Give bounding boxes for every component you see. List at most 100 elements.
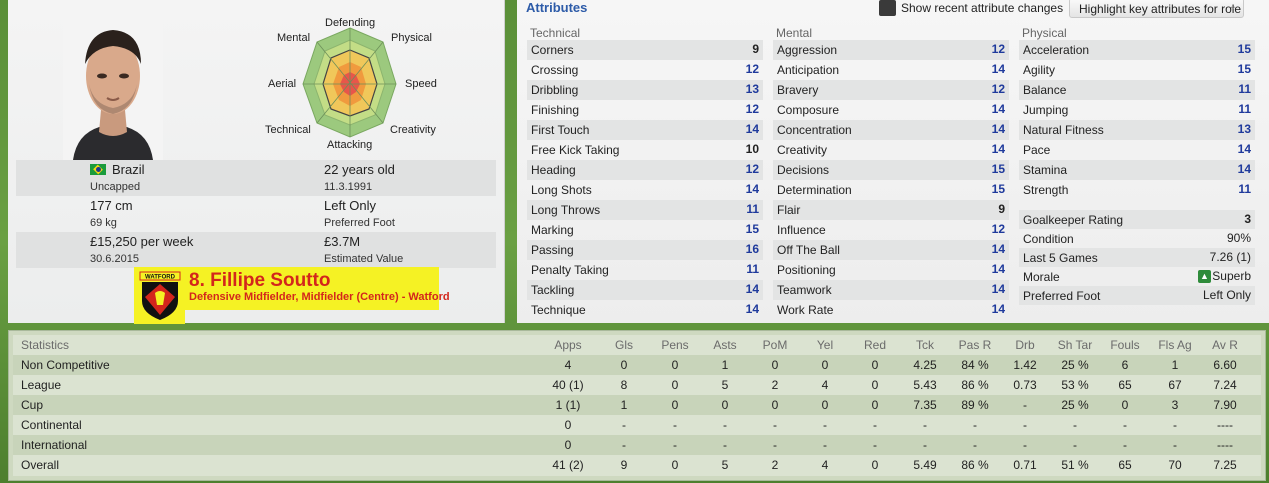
player-portrait <box>63 14 163 160</box>
attribute-row[interactable]: Corners 9 <box>527 40 763 60</box>
physical-summary-row: Condition 90% <box>1019 229 1255 248</box>
radar-label-speed: Speed <box>405 78 437 90</box>
attributes-panel: Attributes Show recent attribute changes… <box>517 0 1269 323</box>
column-header[interactable]: Red <box>864 338 886 352</box>
attribute-row[interactable]: Positioning 14 <box>773 260 1009 280</box>
attribute-row[interactable]: Dribbling 13 <box>527 80 763 100</box>
statistics-cell: 5.49 <box>913 458 937 472</box>
attribute-value: 9 <box>998 202 1005 216</box>
column-header[interactable]: Drb <box>1015 338 1034 352</box>
statistics-panel: Statistics Apps Gls Pens Asts PoM Yel Red Tck Pas… <box>8 330 1266 481</box>
attribute-row[interactable]: Free Kick Taking 10 <box>527 140 763 160</box>
highlight-role-dropdown[interactable]: Highlight key attributes for role ⌄ <box>1069 0 1244 18</box>
attribute-row[interactable]: First Touch 14 <box>527 120 763 140</box>
column-header[interactable]: Sh Tar <box>1058 338 1092 352</box>
column-header[interactable]: Tck <box>916 338 934 352</box>
attributes-title: Attributes <box>526 0 588 15</box>
column-header[interactable]: Av R <box>1212 338 1238 352</box>
attribute-row[interactable]: Finishing 12 <box>527 100 763 120</box>
attribute-value: 14 <box>991 262 1005 276</box>
attribute-row[interactable]: Pace 14 <box>1019 140 1255 160</box>
summary-label: Goalkeeper Rating <box>1023 213 1124 227</box>
statistics-cell: 2 <box>771 458 779 472</box>
statistics-cell: 67 <box>1168 378 1182 392</box>
attribute-name: Jumping <box>1023 103 1069 117</box>
statistics-cell: - <box>1023 438 1027 452</box>
column-header[interactable]: PoM <box>763 338 788 352</box>
attribute-row[interactable]: Teamwork 14 <box>773 280 1009 300</box>
height: 177 cm <box>90 198 133 213</box>
attribute-row[interactable]: Agility 15 <box>1019 60 1255 80</box>
attribute-name: Dribbling <box>531 83 579 97</box>
statistics-cell: 41 (2) <box>552 458 584 472</box>
statistics-cell: 0 <box>564 438 572 452</box>
attribute-row[interactable]: Flair 9 <box>773 200 1009 220</box>
attribute-value: 12 <box>991 42 1005 56</box>
attribute-value: 14 <box>745 302 759 316</box>
attribute-row[interactable]: Composure 14 <box>773 100 1009 120</box>
attribute-row[interactable]: Crossing 12 <box>527 60 763 80</box>
statistics-row: Continental 0- - - - - - - - - - - - ---- <box>13 415 1261 435</box>
column-header[interactable]: Fls Ag <box>1158 338 1191 352</box>
attribute-name: Technique <box>531 303 586 317</box>
attribute-row[interactable]: Long Throws 11 <box>527 200 763 220</box>
statistics-cell: 0.71 <box>1013 458 1037 472</box>
attribute-row[interactable]: Marking 15 <box>527 220 763 240</box>
attribute-row[interactable]: Heading 12 <box>527 160 763 180</box>
attribute-row[interactable]: Stamina 14 <box>1019 160 1255 180</box>
column-header[interactable]: Yel <box>817 338 833 352</box>
attribute-name: Natural Fitness <box>1023 123 1104 137</box>
column-header[interactable]: Asts <box>713 338 736 352</box>
attribute-name: Determination <box>777 183 852 197</box>
statistics-cell: - <box>873 418 877 432</box>
attribute-name: Aggression <box>777 43 838 57</box>
attribute-row[interactable]: Natural Fitness 13 <box>1019 120 1255 140</box>
attribute-name: Decisions <box>777 163 830 177</box>
attribute-row[interactable]: Passing 16 <box>527 240 763 260</box>
attribute-row[interactable]: Determination 15 <box>773 180 1009 200</box>
attribute-value: 14 <box>745 182 759 196</box>
attribute-row[interactable]: Work Rate 14 <box>773 300 1009 320</box>
column-header[interactable]: Fouls <box>1110 338 1139 352</box>
attribute-row[interactable]: Strength 11 <box>1019 180 1255 200</box>
attribute-row[interactable]: Tackling 14 <box>527 280 763 300</box>
statistics-row: Non Competitive 4 0 0 1 0 0 0 4.25 84 % 1.42 25 % 6 1… <box>13 355 1261 375</box>
statistics-cell: 9 <box>620 458 628 472</box>
attribute-row[interactable]: Jumping 11 <box>1019 100 1255 120</box>
club-badge[interactable]: WATFORD <box>134 267 185 324</box>
column-header[interactable]: Apps <box>554 338 581 352</box>
attribute-name: Concentration <box>777 123 852 137</box>
attribute-row[interactable]: Long Shots 14 <box>527 180 763 200</box>
attribute-name: Free Kick Taking <box>531 143 620 157</box>
column-header[interactable]: Pas R <box>959 338 992 352</box>
attribute-row[interactable]: Aggression 12 <box>773 40 1009 60</box>
summary-value: Superb <box>1212 269 1251 283</box>
attribute-value: 16 <box>745 242 759 256</box>
attribute-row[interactable]: Bravery 12 <box>773 80 1009 100</box>
attribute-row[interactable]: Acceleration 15 <box>1019 40 1255 60</box>
attribute-name: Finishing <box>531 103 580 117</box>
attribute-value: 14 <box>991 62 1005 76</box>
nationality: Brazil <box>112 162 145 177</box>
statistics-cell: 0 <box>821 358 829 372</box>
statistics-cell: 0 <box>721 398 729 412</box>
attribute-row[interactable]: Balance 11 <box>1019 80 1255 100</box>
info-row-nationality: Brazil Uncapped 22 years old 11.3.1991 <box>16 160 496 196</box>
column-header[interactable]: Pens <box>661 338 688 352</box>
attribute-row[interactable]: Technique 14 <box>527 300 763 320</box>
column-header[interactable]: Gls <box>615 338 633 352</box>
attribute-row[interactable]: Decisions 15 <box>773 160 1009 180</box>
recent-changes-checkbox[interactable] <box>879 0 896 16</box>
attribute-row[interactable]: Creativity 14 <box>773 140 1009 160</box>
statistics-cell: 70 <box>1168 458 1182 472</box>
mental-title: Mental <box>776 26 813 40</box>
radar-label-technical: Technical <box>265 124 311 136</box>
attribute-value: 14 <box>745 122 759 136</box>
attribute-row[interactable]: Off The Ball 14 <box>773 240 1009 260</box>
attribute-row[interactable]: Penalty Taking 11 <box>527 260 763 280</box>
attribute-row[interactable]: Influence 12 <box>773 220 1009 240</box>
statistics-cell: 25 % <box>1061 398 1089 412</box>
attribute-row[interactable]: Anticipation 14 <box>773 60 1009 80</box>
attribute-row[interactable]: Concentration 14 <box>773 120 1009 140</box>
statistics-cell: - <box>1123 418 1127 432</box>
